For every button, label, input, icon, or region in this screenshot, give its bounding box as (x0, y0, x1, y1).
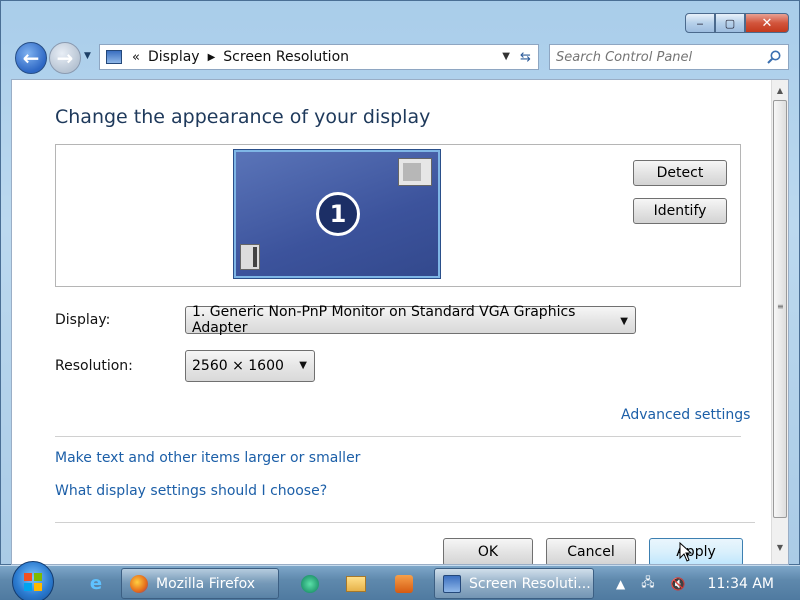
scroll-up-icon[interactable]: ▲ (772, 82, 788, 99)
chevron-down-icon: ▼ (299, 360, 307, 371)
monitor-number-badge: 1 (316, 192, 360, 236)
grip-icon: ≡ (777, 302, 784, 311)
media-player-icon[interactable] (384, 569, 424, 598)
clock[interactable]: 11:34 AM (708, 576, 774, 592)
address-dropdown-icon[interactable]: ▼ (502, 51, 510, 62)
scrollbar-thumb[interactable]: ≡ (773, 100, 787, 518)
folder-icon[interactable] (336, 569, 376, 598)
breadcrumb-overflow[interactable]: « (132, 50, 140, 65)
display-label: Display: (55, 312, 111, 328)
address-bar[interactable]: « Display ▶ Screen Resolution ▼ (99, 44, 515, 70)
advanced-settings-link[interactable]: Advanced settings (621, 407, 750, 423)
internet-explorer-icon[interactable]: e (76, 569, 116, 598)
chevron-down-icon: ▼ (620, 316, 628, 327)
taskbar-item-screen-resolution[interactable]: Screen Resoluti... (434, 568, 594, 599)
window-thumbnail-icon (398, 158, 432, 186)
ok-button[interactable]: OK (443, 538, 533, 564)
windows-flag-icon (24, 573, 42, 591)
resolution-select-value: 2560 × 1600 (192, 358, 284, 374)
taskbar-item-firefox[interactable]: Mozilla Firefox (121, 568, 279, 599)
network-icon[interactable]: 🖧 (641, 573, 654, 594)
mouse-cursor-icon (679, 542, 693, 562)
chevron-down-icon[interactable]: ▼ (84, 51, 91, 61)
breadcrumb-separator[interactable]: ▶ (208, 52, 216, 63)
forward-arrow-icon[interactable]: → (49, 42, 81, 74)
refresh-icon[interactable]: ⇆ (513, 44, 539, 70)
caption-buttons: ‒ ▢ ✕ (685, 13, 789, 33)
firefox-icon (130, 574, 148, 593)
control-panel-icon (106, 50, 122, 64)
search-input[interactable] (550, 49, 750, 65)
close-icon[interactable]: ✕ (745, 13, 789, 33)
monitor-arrangement-panel: 1 Detect Identify (55, 144, 741, 287)
minimize-icon[interactable]: ‒ (685, 13, 715, 33)
display-help-link[interactable]: What display settings should I choose? (55, 483, 327, 499)
navigation-bar: ← → ▼ « Display ▶ Screen Resolution ▼ ⇆ (13, 41, 793, 75)
button-divider (55, 522, 755, 523)
windows-logo-icon[interactable] (12, 561, 54, 600)
gadget-thumbnail-icon (240, 244, 260, 270)
content-area: Change the appearance of your display 1 … (11, 79, 789, 565)
search-icon[interactable] (766, 49, 782, 65)
taskbar: e Mozilla Firefox Screen Resoluti... ▲ 🖧… (0, 561, 800, 600)
divider (55, 436, 741, 437)
taskbar-item-label: Mozilla Firefox (156, 575, 256, 592)
apply-button[interactable]: Apply (649, 538, 743, 564)
media-center-icon[interactable] (290, 569, 330, 598)
show-hidden-icons-icon[interactable]: ▲ (616, 577, 625, 591)
back-arrow-icon[interactable]: ← (15, 42, 47, 74)
maximize-icon[interactable]: ▢ (715, 13, 745, 33)
search-box[interactable] (549, 44, 789, 70)
breadcrumb-display[interactable]: Display (148, 49, 200, 65)
control-panel-window: ‒ ▢ ✕ ← → ▼ « Display ▶ Screen Resolutio… (0, 0, 800, 565)
resolution-select[interactable]: 2560 × 1600 ▼ (185, 350, 315, 382)
system-tray: ▲ 🖧 🔇 11:34 AM (608, 566, 800, 600)
display-select[interactable]: 1. Generic Non-PnP Monitor on Standard V… (185, 304, 636, 336)
breadcrumb-screen-resolution[interactable]: Screen Resolution (223, 49, 349, 65)
text-size-link[interactable]: Make text and other items larger or smal… (55, 450, 360, 466)
cancel-button[interactable]: Cancel (546, 538, 636, 564)
vertical-scrollbar[interactable]: ▲ ≡ ▼ (771, 80, 788, 564)
scroll-down-icon[interactable]: ▼ (772, 539, 788, 556)
taskbar-item-label: Screen Resoluti... (469, 575, 591, 592)
volume-muted-icon[interactable]: 🔇 (671, 577, 686, 591)
display-icon (443, 574, 461, 593)
resolution-label: Resolution: (55, 358, 133, 374)
display-select-value: 1. Generic Non-PnP Monitor on Standard V… (192, 304, 576, 336)
identify-button[interactable]: Identify (633, 198, 727, 224)
monitor-1-preview[interactable]: 1 (234, 150, 440, 278)
page-title: Change the appearance of your display (55, 106, 431, 128)
detect-button[interactable]: Detect (633, 160, 727, 186)
